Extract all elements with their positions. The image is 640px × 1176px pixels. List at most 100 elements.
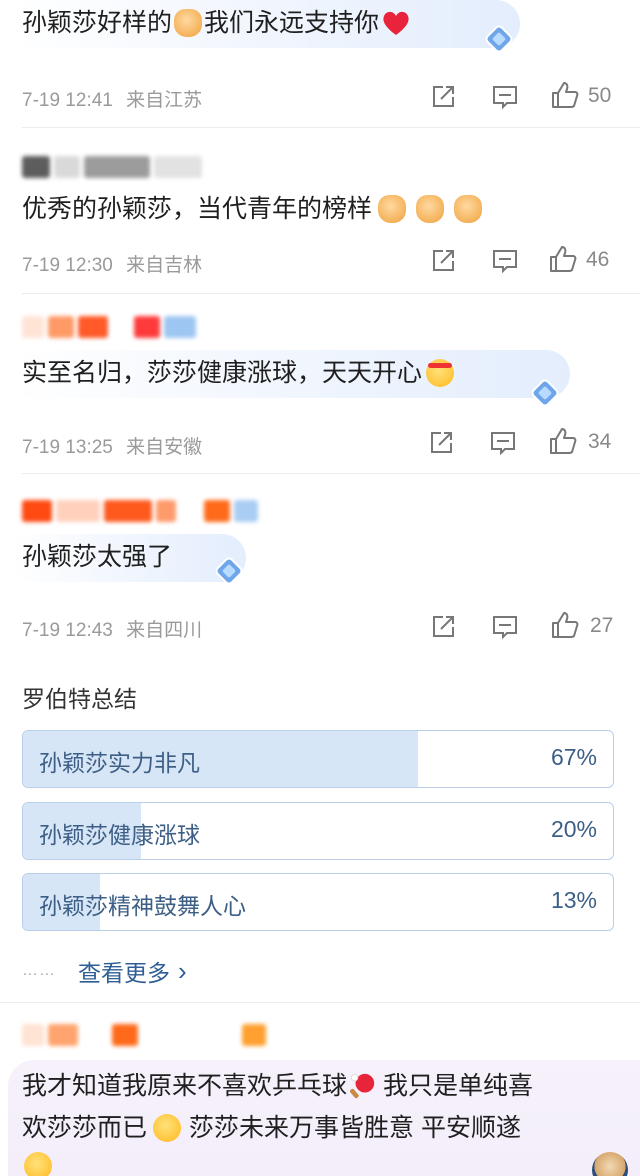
redaction-block [22,1024,44,1046]
share-button[interactable] [428,612,458,642]
divider [0,1002,640,1003]
comment-time: 7-19 12:43 [22,620,113,641]
redaction-block [84,156,150,178]
like-button[interactable] [550,610,580,640]
redaction-block [82,1024,108,1046]
comment-item: 孙颖莎好样的 我们永远支持你 7-19 12:41 来自江苏 50 [0,0,640,128]
like-count: 50 [588,84,612,107]
redaction-block [104,500,152,522]
poll-title: 罗伯特总结 [22,686,137,712]
comment-text-part: 实至名归，莎莎健康涨球，天天开心 [22,359,423,387]
redaction-block [22,156,50,178]
comment-location: 来自安徽 [126,437,203,458]
thumbs-up-icon [552,82,579,108]
comment-time: 7-19 12:41 [22,90,113,111]
share-button[interactable] [428,246,458,276]
poll-option-label: 孙颖莎健康涨球 [39,822,200,848]
thumbs-up-icon [550,246,577,272]
redaction-block [22,316,44,338]
thumbs-up-emoji-icon [174,9,203,37]
redaction-block [112,316,130,338]
comment-button[interactable] [490,82,520,112]
comment-item: 孙颖莎太强了 7-19 12:43 来自四川 27 [0,474,640,658]
comment-icon [493,250,517,274]
poll-option-label: 孙颖莎实力非凡 [39,750,200,776]
poll-option[interactable]: 孙颖莎实力非凡 67% [22,730,614,788]
diamond-badge-icon [531,379,559,407]
comment-meta: 7-19 13:25 来自安徽 [22,432,202,459]
thumbs-up-icon [550,428,577,454]
like-count: 34 [588,430,612,453]
like-count: 27 [590,614,614,637]
comment-text-part: 莎莎未来万事皆胜意 平安顺遂 [189,1114,521,1142]
thumbs-up-emoji-icon [416,195,445,223]
comment-button[interactable] [490,612,520,642]
comment-text: 欢莎莎而已 莎莎未来万事皆胜意 平安顺遂 [22,1110,521,1146]
redaction-block [48,316,74,338]
comment-text-part: 欢莎莎而已 [22,1114,148,1142]
view-more-link[interactable]: …… 查看更多 › [22,954,187,988]
comment-text: 优秀的孙颖莎，当代青年的榜样 [22,192,484,226]
like-button[interactable] [548,426,578,456]
username-redacted [22,1024,266,1046]
comment-text-part: 孙颖莎好样的 [22,9,173,37]
hugging-face-emoji-icon [153,1114,182,1142]
comment-time: 7-19 12:30 [22,255,113,276]
like-count: 46 [586,248,610,271]
redaction-block [78,316,108,338]
comment-text-part: 孙颖莎太强了 [22,543,173,571]
comment-text-part: 我只是单纯喜 [383,1072,534,1100]
comment-icon [493,616,517,640]
redaction-block [242,1024,266,1046]
redaction-block [204,500,230,522]
comment-meta: 7-19 12:43 来自四川 [22,615,202,642]
share-button[interactable] [426,428,456,458]
diamond-badge-icon [215,557,243,585]
poll-option[interactable]: 孙颖莎精神鼓舞人心 13% [22,873,614,931]
comment-time: 7-19 13:25 [22,437,113,458]
poll-option-label: 孙颖莎精神鼓舞人心 [39,893,246,919]
headband-face-emoji-icon [426,359,455,387]
share-icon [433,250,454,271]
redaction-block [134,316,160,338]
comment-icon [491,432,515,456]
comment-button[interactable] [488,428,518,458]
redaction-block [48,1024,78,1046]
comment-text: 我才知道我原来不喜欢乒乓球 我只是单纯喜 [22,1068,533,1104]
redaction-block [54,156,80,178]
share-icon [433,86,454,107]
comment-location: 来自四川 [126,620,203,641]
username-redacted [22,500,258,522]
redaction-block [142,1024,238,1046]
comment-text: 孙颖莎好样的 我们永远支持你 [22,6,413,40]
share-button[interactable] [428,82,458,112]
username-redacted [22,316,196,338]
comment-text: 实至名归，莎莎健康涨球，天天开心 [22,356,456,390]
redaction-block [154,156,202,178]
thumbs-up-emoji-icon [378,195,407,223]
redaction-block [22,500,52,522]
share-icon [433,616,454,637]
comment-text-part: 我们永远支持你 [204,9,380,37]
comment-location: 来自吉林 [126,255,203,276]
ping-pong-emoji-icon [350,1073,375,1099]
comment-meta: 7-19 12:41 来自江苏 [22,85,202,112]
like-button[interactable] [550,80,580,110]
share-icon [431,432,452,453]
redaction-block [234,500,258,522]
poll-option-percent: 67% [550,744,597,770]
more-dots: …… [22,962,56,979]
redaction-block [112,1024,138,1046]
thumbs-up-emoji-icon [454,195,483,223]
thumbs-up-icon [552,612,579,638]
redaction-block [156,500,176,522]
diamond-badge-icon [485,25,513,53]
like-button[interactable] [548,244,578,274]
comment-item: 实至名归，莎莎健康涨球，天天开心 7-19 13:25 来自安徽 34 [0,294,640,474]
poll-option[interactable]: 孙颖莎健康涨球 20% [22,802,614,860]
comment-button[interactable] [490,246,520,276]
redaction-block [56,500,100,522]
username-redacted [22,156,202,178]
redaction-block [164,316,196,338]
poll-option-percent: 13% [550,887,597,913]
